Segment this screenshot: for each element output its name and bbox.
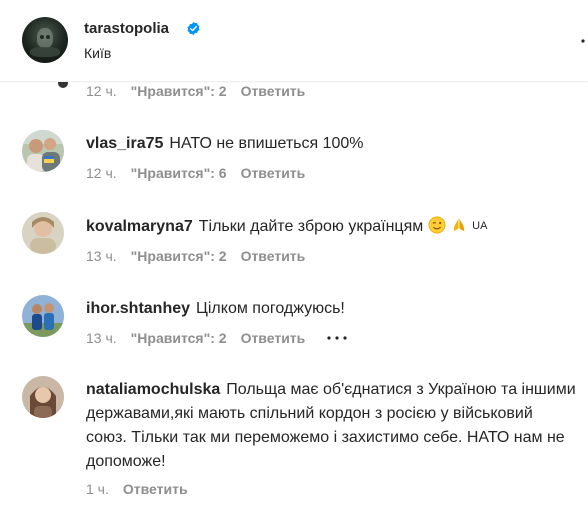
author-avatar[interactable] <box>22 17 68 63</box>
comment-body: kovalmaryna7 Тільки дайте зброю українцям… <box>86 214 576 239</box>
comment-meta: 1 ч. Ответить <box>86 481 188 497</box>
comment-likes[interactable]: "Нравится": 2 <box>131 330 227 346</box>
comment-meta: 12 ч. "Нравится": 6 Ответить <box>86 165 305 181</box>
comment-body: ihor.shtanhey Цілком погоджуюсь! <box>86 297 576 321</box>
reply-button[interactable]: Ответить <box>241 330 306 346</box>
comment-meta: 13 ч. "Нравится": 2 Ответить <box>86 248 305 264</box>
comment-likes[interactable]: "Нравится": 2 <box>131 83 227 99</box>
comment-likes[interactable]: "Нравится": 2 <box>131 248 227 264</box>
commenter-username[interactable]: vlas_ira75 <box>86 135 163 152</box>
comment-item: ihor.shtanhey Цілком погоджуюсь! <box>22 295 582 355</box>
avatar-base-graphic <box>30 47 60 57</box>
commenter-avatar[interactable] <box>22 212 64 254</box>
reply-button[interactable]: Ответить <box>241 248 306 264</box>
wink-emoji-icon <box>428 216 446 234</box>
comment-item: vlas_ira75 НАТО не впишеться 100% <box>22 130 582 190</box>
comment-text: Тільки дайте зброю українцям <box>198 218 424 235</box>
comment-meta: 13 ч. "Нравится": 2 Ответить <box>86 330 349 346</box>
avatar-photo <box>22 212 64 254</box>
commenter-username[interactable]: nataliamochulska <box>86 381 220 398</box>
comment-time[interactable]: 1 ч. <box>86 481 109 497</box>
avatar-photo <box>22 130 64 172</box>
commenter-username[interactable]: ihor.shtanhey <box>86 300 190 317</box>
avatar-photo <box>22 376 64 418</box>
commenter-avatar[interactable] <box>22 376 64 418</box>
avatar-skull-graphic <box>37 28 53 48</box>
comment-text: Цілком погоджуюсь! <box>196 300 345 317</box>
comment-text: НАТО не впишеться 100% <box>169 135 364 152</box>
commenter-avatar[interactable] <box>22 130 64 172</box>
comment-options-icon[interactable] <box>325 333 349 343</box>
comment-time[interactable]: 12 ч. <box>86 83 117 99</box>
post-header: tarastopolia Київ <box>0 0 588 82</box>
prev-comment-meta: 12 ч. "Нравится": 2 Ответить <box>86 83 305 99</box>
comment-time[interactable]: 12 ч. <box>86 165 117 181</box>
reply-button[interactable]: Ответить <box>241 165 306 181</box>
reply-button[interactable]: Ответить <box>241 83 306 99</box>
reply-button[interactable]: Ответить <box>123 481 188 497</box>
more-options-icon[interactable] <box>570 36 588 46</box>
comment-time[interactable]: 13 ч. <box>86 248 117 264</box>
comment-item: nataliamochulska Польща має об'єднатися з… <box>22 376 582 486</box>
comment-body: nataliamochulska Польща має об'єднатися з… <box>86 378 576 474</box>
comment-time[interactable]: 13 ч. <box>86 330 117 346</box>
avatar-photo <box>22 295 64 337</box>
author-username[interactable]: tarastopolia <box>84 20 169 37</box>
commenter-avatar[interactable] <box>22 295 64 337</box>
praying-hands-emoji-icon <box>453 218 465 232</box>
comment-likes[interactable]: "Нравится": 6 <box>131 165 227 181</box>
comment-body: vlas_ira75 НАТО не впишеться 100% <box>86 132 576 156</box>
verified-badge-icon <box>187 21 200 36</box>
flag-tag: UA <box>472 220 488 232</box>
post-location[interactable]: Київ <box>84 45 111 61</box>
commenter-username[interactable]: kovalmaryna7 <box>86 218 193 235</box>
